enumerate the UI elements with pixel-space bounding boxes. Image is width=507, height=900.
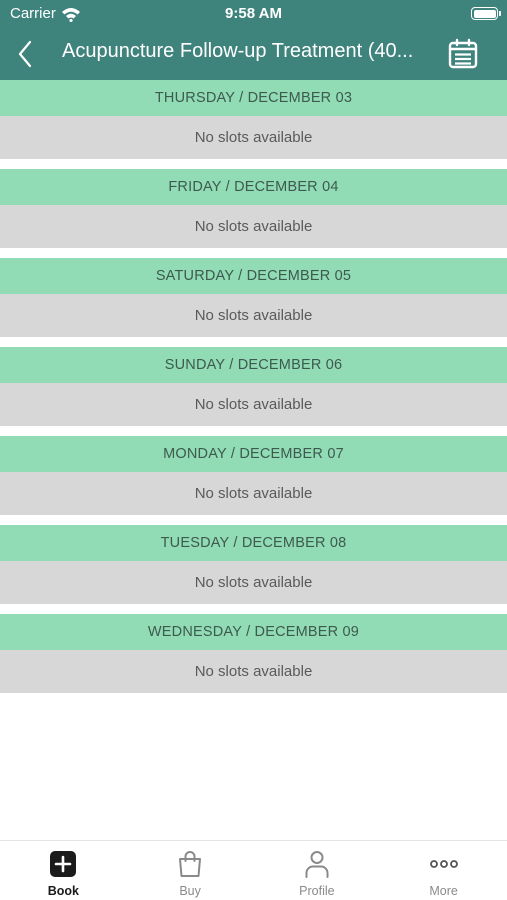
battery-icon bbox=[471, 7, 498, 20]
more-dots-icon bbox=[429, 850, 458, 878]
calendar-button[interactable] bbox=[444, 35, 482, 73]
status-time: 9:58 AM bbox=[225, 5, 282, 22]
day-header: FRIDAY / DECEMBER 04 bbox=[0, 169, 507, 205]
tab-profile[interactable]: Profile bbox=[254, 841, 381, 900]
day-section: SUNDAY / DECEMBER 06 No slots available bbox=[0, 347, 507, 436]
no-slots-message: No slots available bbox=[0, 205, 507, 248]
status-bar: Carrier 9:58 AM bbox=[0, 0, 507, 28]
tab-label: More bbox=[429, 884, 458, 898]
person-icon bbox=[303, 850, 331, 878]
day-header: SATURDAY / DECEMBER 05 bbox=[0, 258, 507, 294]
shopping-bag-icon bbox=[176, 850, 204, 878]
battery-tip bbox=[499, 11, 501, 16]
day-header: MONDAY / DECEMBER 07 bbox=[0, 436, 507, 472]
app-header: Carrier 9:58 AM Acupuncture Follow-up Tr… bbox=[0, 0, 507, 80]
tab-more[interactable]: More bbox=[380, 841, 507, 900]
no-slots-message: No slots available bbox=[0, 472, 507, 515]
tab-buy[interactable]: Buy bbox=[127, 841, 254, 900]
day-header: TUESDAY / DECEMBER 08 bbox=[0, 525, 507, 561]
day-header: SUNDAY / DECEMBER 06 bbox=[0, 347, 507, 383]
tab-bar: Book Buy Profile More bbox=[0, 840, 507, 900]
day-section: FRIDAY / DECEMBER 04 No slots available bbox=[0, 169, 507, 258]
plus-square-icon bbox=[49, 850, 77, 878]
tab-label: Buy bbox=[179, 884, 201, 898]
no-slots-message: No slots available bbox=[0, 294, 507, 337]
calendar-icon bbox=[448, 38, 478, 69]
day-section: THURSDAY / DECEMBER 03 No slots availabl… bbox=[0, 80, 507, 169]
no-slots-message: No slots available bbox=[0, 116, 507, 159]
day-header: THURSDAY / DECEMBER 03 bbox=[0, 80, 507, 116]
day-section: SATURDAY / DECEMBER 05 No slots availabl… bbox=[0, 258, 507, 347]
page-title: Acupuncture Follow-up Treatment (40... bbox=[62, 40, 414, 62]
tab-book[interactable]: Book bbox=[0, 841, 127, 900]
nav-bar: Acupuncture Follow-up Treatment (40... bbox=[0, 28, 507, 80]
tab-label: Book bbox=[47, 884, 79, 898]
no-slots-message: No slots available bbox=[0, 561, 507, 604]
back-button[interactable] bbox=[8, 37, 42, 71]
day-section: TUESDAY / DECEMBER 08 No slots available bbox=[0, 525, 507, 614]
booking-screen: Carrier 9:58 AM Acupuncture Follow-up Tr… bbox=[0, 0, 507, 900]
day-list: THURSDAY / DECEMBER 03 No slots availabl… bbox=[0, 80, 507, 703]
chevron-left-icon bbox=[18, 40, 32, 68]
day-section: WEDNESDAY / DECEMBER 09 No slots availab… bbox=[0, 614, 507, 703]
day-section: MONDAY / DECEMBER 07 No slots available bbox=[0, 436, 507, 525]
day-header: WEDNESDAY / DECEMBER 09 bbox=[0, 614, 507, 650]
no-slots-message: No slots available bbox=[0, 650, 507, 693]
no-slots-message: No slots available bbox=[0, 383, 507, 426]
tab-label: Profile bbox=[299, 884, 335, 898]
